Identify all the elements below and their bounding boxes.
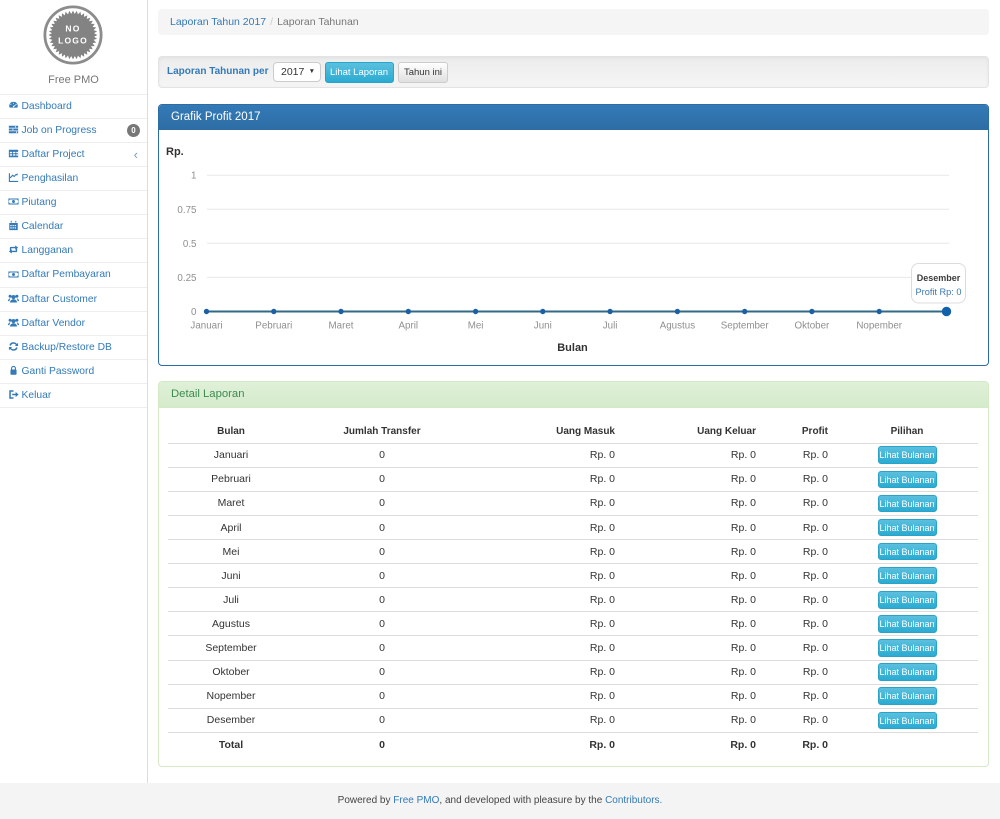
svg-text:Maret: Maret	[328, 321, 353, 332]
svg-text:0.25: 0.25	[177, 273, 197, 284]
svg-text:0.5: 0.5	[183, 239, 197, 250]
svg-text:LOGO: LOGO	[58, 36, 88, 46]
svg-text:Januari: Januari	[190, 321, 222, 332]
svg-text:0.75: 0.75	[177, 205, 197, 216]
svg-text:1: 1	[191, 171, 196, 182]
svg-text:0: 0	[191, 307, 197, 318]
svg-text:Desember: Desember	[917, 273, 961, 283]
svg-text:Agustus: Agustus	[660, 321, 696, 332]
svg-text:Rp.: Rp.	[166, 146, 184, 158]
svg-text:Oktober: Oktober	[794, 321, 830, 332]
svg-text:Pebruari: Pebruari	[255, 321, 292, 332]
svg-text:Profit Rp: 0: Profit Rp: 0	[916, 287, 962, 297]
svg-text:Bulan: Bulan	[557, 342, 588, 354]
svg-text:Juni: Juni	[534, 321, 552, 332]
svg-text:NO: NO	[65, 24, 80, 34]
svg-text:Nopember: Nopember	[856, 321, 902, 332]
svg-text:Mei: Mei	[468, 321, 484, 332]
svg-text:Juli: Juli	[603, 321, 618, 332]
svg-text:April: April	[398, 321, 418, 332]
svg-text:September: September	[721, 321, 770, 332]
